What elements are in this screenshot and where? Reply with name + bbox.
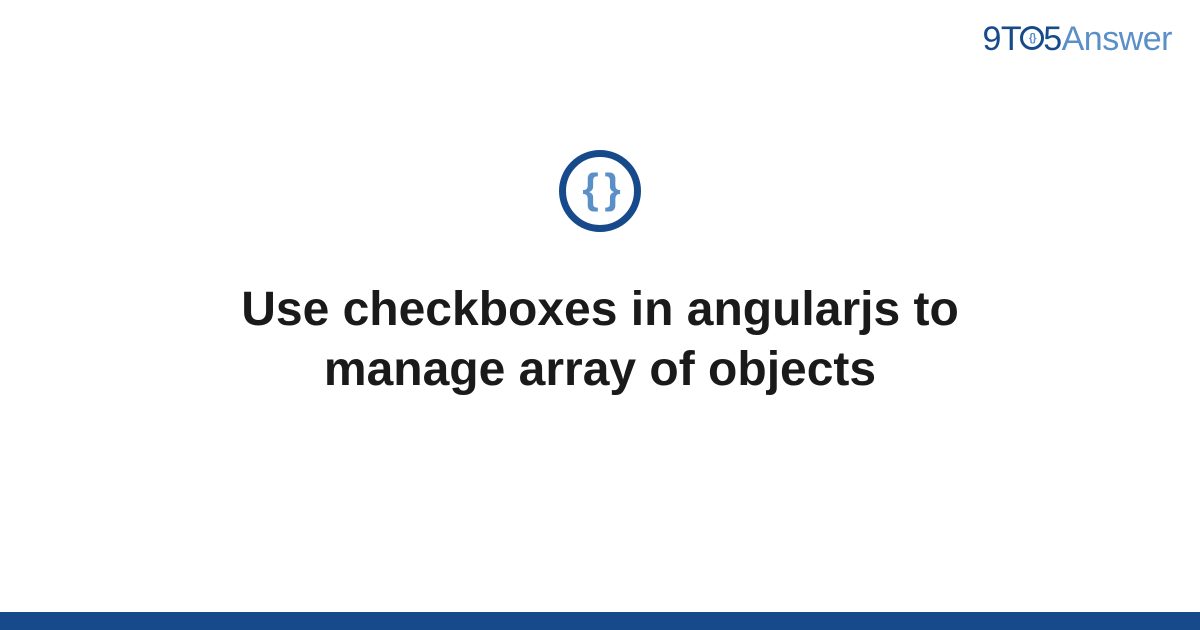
- page-title: Use checkboxes in angularjs to manage ar…: [150, 280, 1050, 400]
- footer-accent-bar: [0, 612, 1200, 630]
- topic-icon-circle: { }: [559, 150, 641, 232]
- curly-braces-icon: { }: [582, 168, 617, 210]
- main-content: { } Use checkboxes in angularjs to manag…: [0, 0, 1200, 630]
